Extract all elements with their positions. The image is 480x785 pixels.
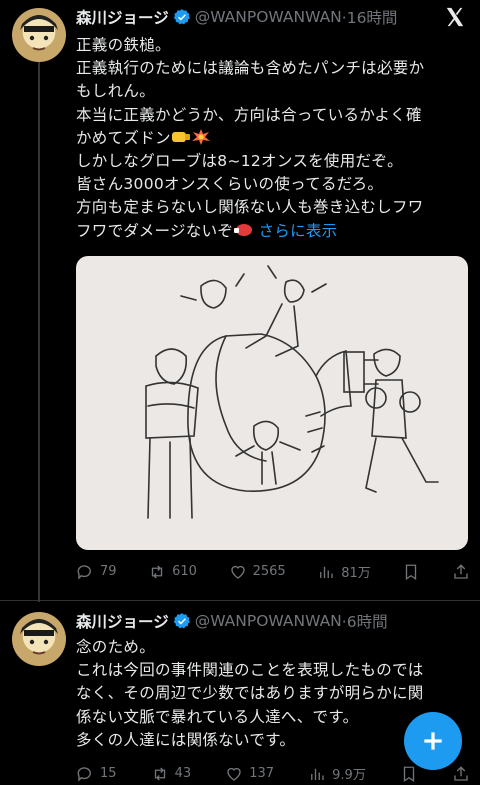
text-line: かめてズドン <box>76 128 171 147</box>
timestamp[interactable]: ·16時間 <box>342 6 398 28</box>
views-count: 9.9万 <box>332 768 366 783</box>
bookmark-button[interactable] <box>402 563 420 581</box>
text-line: 方向も定まらないし関係ない人も巻き込むしフワ <box>76 198 424 217</box>
text-line: 正義の鉄槌。 <box>76 36 171 54</box>
views-button[interactable]: 81万 <box>317 562 371 581</box>
like-count: 137 <box>249 766 275 781</box>
compose-button[interactable] <box>404 712 462 770</box>
views-icon <box>311 768 324 780</box>
retweet-icon <box>154 767 165 780</box>
share-button[interactable] <box>452 765 470 783</box>
compose-plus-icon <box>424 732 442 750</box>
text-line: 皆さん3000オンスくらいの使ってるだろ。 <box>76 175 384 194</box>
retweet-button[interactable]: 43 <box>151 765 192 783</box>
tweet-text: 正義の鉄槌。正義執行のためには議論も含めたパンチは必要か もしれん。本当に正義かど… <box>76 34 468 243</box>
text-line: なく、その周辺で少数ではありますが明らかに関 <box>76 684 424 703</box>
tweet-actions: 15 43 137 9.9万 <box>76 764 470 783</box>
like-icon <box>230 565 245 579</box>
tweet-1[interactable]: 森川ジョージ @WANPOWANWAN ·16時間 正義の鉄槌。正義執行のために… <box>0 0 480 602</box>
verified-icon <box>173 9 190 25</box>
reply-icon <box>77 564 91 580</box>
like-button[interactable]: 2565 <box>229 563 286 581</box>
share-icon <box>454 765 468 781</box>
collision-emoji-icon <box>191 128 210 145</box>
avatar-face-icon <box>20 619 58 655</box>
reply-button[interactable]: 79 <box>76 563 117 581</box>
like-icon <box>227 767 241 781</box>
sketch-illustration <box>145 265 439 519</box>
tweet-image[interactable] <box>76 256 468 550</box>
retweet-count: 43 <box>174 766 192 781</box>
avatar-face-icon <box>20 15 58 51</box>
verified-icon <box>173 613 190 629</box>
share-icon <box>454 563 468 579</box>
text-line: フワでダメージないぞ <box>76 221 234 240</box>
text-line: これは今回の事件関連のことを表現したものでは <box>76 661 424 680</box>
reply-count: 79 <box>100 564 117 579</box>
like-count: 2565 <box>252 564 286 579</box>
author-handle[interactable]: @WANPOWANWAN <box>195 8 342 26</box>
timestamp[interactable]: ·6時間 <box>342 610 388 632</box>
avatar[interactable] <box>12 8 66 62</box>
tweet-header: 森川ジョージ @WANPOWANWAN ·6時間 <box>76 610 436 632</box>
reply-count: 15 <box>100 766 117 781</box>
tweet-header: 森川ジョージ @WANPOWANWAN ·16時間 <box>76 6 436 28</box>
retweet-count: 610 <box>172 564 197 579</box>
boxing-glove-emoji-icon <box>234 223 253 236</box>
text-line: しかしなグローブは8~12オンスを使用だぞ。 <box>76 152 403 171</box>
fist-emoji-icon <box>171 131 190 142</box>
like-button[interactable]: 137 <box>225 765 274 783</box>
share-button[interactable] <box>452 563 470 581</box>
views-icon <box>320 566 333 578</box>
bookmark-icon <box>403 766 415 782</box>
tweet-actions: 79 610 2565 81万 <box>76 562 470 581</box>
retweet-icon <box>151 565 163 578</box>
text-line: 念のため。 <box>76 638 156 656</box>
retweet-button[interactable]: 610 <box>148 563 197 581</box>
reply-icon <box>77 766 91 782</box>
text-line: 正義執行のためには議論も含めたパンチは必要か <box>76 59 425 78</box>
reply-button[interactable]: 15 <box>76 765 117 783</box>
author-handle[interactable]: @WANPOWANWAN <box>195 612 342 630</box>
author-name[interactable]: 森川ジョージ <box>76 610 169 632</box>
show-more-link[interactable]: さらに表示 <box>258 222 337 240</box>
text-line: もしれん。 <box>76 82 156 101</box>
x-logo-icon[interactable] <box>444 6 466 28</box>
author-name[interactable]: 森川ジョージ <box>76 6 169 28</box>
views-button[interactable]: 9.9万 <box>308 764 366 783</box>
bookmark-button[interactable] <box>400 765 418 783</box>
thread-line <box>38 62 40 602</box>
text-line: 本当に正義かどうか、方向は合っているかよく確 <box>76 105 422 124</box>
views-count: 81万 <box>341 566 371 581</box>
bookmark-icon <box>406 564 417 580</box>
avatar[interactable] <box>12 612 66 666</box>
